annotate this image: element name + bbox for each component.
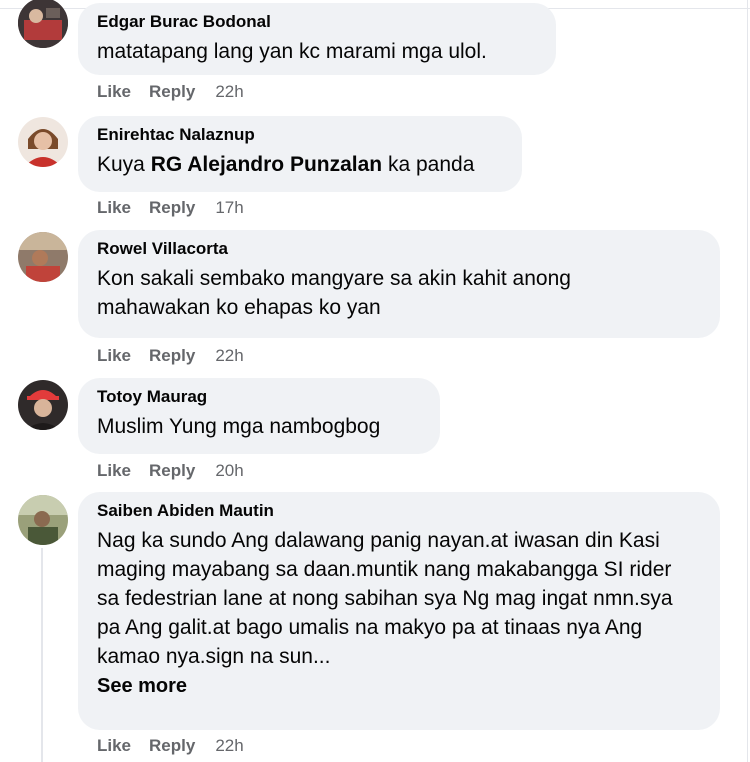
comment-actions: Like Reply 22h — [97, 736, 262, 756]
comment-author[interactable]: Enirehtac Nalaznup — [97, 124, 503, 146]
reply-thread-line — [41, 548, 43, 762]
reply-button[interactable]: Reply — [149, 461, 195, 480]
reply-button[interactable]: Reply — [149, 198, 195, 217]
see-more-link[interactable]: See more — [97, 673, 701, 699]
comment-actions: Like Reply 22h — [97, 346, 262, 366]
comment-bubble: Edgar Burac Bodonal matatapang lang yan … — [78, 3, 556, 75]
comment-text: matatapang lang yan kc marami mga ulol. — [97, 40, 487, 63]
like-button[interactable]: Like — [97, 461, 131, 480]
comment-bubble: Totoy Maurag Muslim Yung mga nambogbog — [78, 378, 440, 454]
mention-link[interactable]: RG Alejandro Punzalan — [151, 153, 382, 176]
comment-timestamp[interactable]: 22h — [215, 346, 243, 365]
avatar-photo-icon — [18, 380, 68, 430]
avatar-photo-icon — [18, 0, 68, 48]
comment-text: Kuya RG Alejandro Punzalan ka panda — [97, 150, 503, 179]
comment-actions: Like Reply 20h — [97, 461, 262, 481]
comment-author[interactable]: Rowel Villacorta — [97, 238, 701, 260]
comment-text-after: ka panda — [382, 153, 475, 176]
reply-button[interactable]: Reply — [149, 82, 195, 101]
comment-text: Muslim Yung mga nambogbog — [97, 415, 381, 438]
reply-button[interactable]: Reply — [149, 736, 195, 755]
comment-bubble: Saiben Abiden Mautin Nag ka sundo Ang da… — [78, 492, 720, 730]
reply-button[interactable]: Reply — [149, 346, 195, 365]
comment-bubble: Rowel Villacorta Kon sakali sembako mang… — [78, 230, 720, 338]
comment-timestamp[interactable]: 22h — [215, 736, 243, 755]
avatar[interactable] — [18, 0, 68, 48]
avatar[interactable] — [18, 117, 68, 167]
comment-author[interactable]: Edgar Burac Bodonal — [97, 11, 537, 33]
comment-text-before: Kuya — [97, 153, 151, 176]
avatar[interactable] — [18, 232, 68, 282]
like-button[interactable]: Like — [97, 736, 131, 755]
comment-timestamp[interactable]: 22h — [215, 82, 243, 101]
avatar-photo-icon — [18, 495, 68, 545]
comment-author[interactable]: Saiben Abiden Mautin — [97, 500, 701, 522]
comment-bubble: Enirehtac Nalaznup Kuya RG Alejandro Pun… — [78, 116, 522, 192]
comment-actions: Like Reply 22h — [97, 82, 262, 102]
comment-actions: Like Reply 17h — [97, 198, 262, 218]
like-button[interactable]: Like — [97, 198, 131, 217]
right-divider — [747, 0, 748, 762]
comment-text: Kon sakali sembako mangyare sa akin kahi… — [97, 267, 571, 319]
like-button[interactable]: Like — [97, 82, 131, 101]
avatar[interactable] — [18, 380, 68, 430]
comment-timestamp[interactable]: 20h — [215, 461, 243, 480]
comment-text: Nag ka sundo Ang dalawang panig nayan.at… — [97, 529, 673, 668]
comment-author[interactable]: Totoy Maurag — [97, 386, 421, 408]
comment-timestamp[interactable]: 17h — [215, 198, 243, 217]
avatar-photo-icon — [18, 117, 68, 167]
avatar-photo-icon — [18, 232, 68, 282]
avatar[interactable] — [18, 495, 68, 545]
like-button[interactable]: Like — [97, 346, 131, 365]
